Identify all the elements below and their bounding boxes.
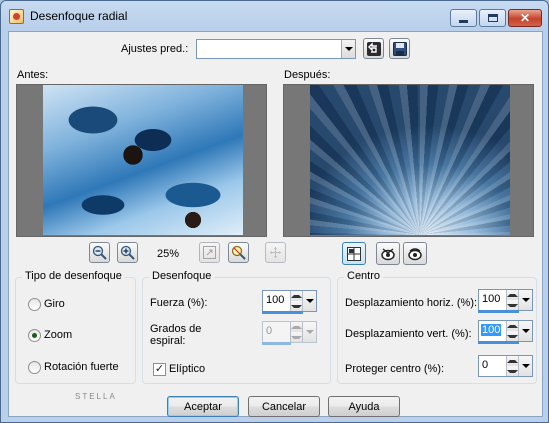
pan-button[interactable] — [265, 242, 286, 263]
dialog-window: Desenfoque radial ✕ Ajustes pred.: Antes… — [0, 0, 549, 423]
reset-preset-button[interactable] — [363, 38, 384, 59]
actual-size-button[interactable] — [228, 242, 249, 263]
horiz-offset-slider[interactable] — [478, 310, 519, 313]
chevron-down-icon — [521, 298, 530, 302]
zoom-to-fit-button[interactable] — [199, 242, 220, 263]
radio-zoom[interactable] — [28, 329, 41, 342]
strength-label: Fuerza (%): — [150, 297, 208, 309]
spiral-value: 0 — [266, 325, 273, 337]
presets-label: Ajustes pred.: — [121, 43, 189, 55]
dialog-client-area: Ajustes pred.: Antes: Después: 25% Tipo … — [8, 31, 543, 417]
preview-layout-toggle[interactable] — [342, 242, 366, 265]
vert-offset-value: 100 — [481, 324, 502, 336]
zoom-actual-icon — [231, 245, 246, 260]
horiz-offset-dropdown[interactable] — [518, 290, 532, 310]
after-label: Después: — [284, 69, 331, 81]
spiral-updown[interactable] — [290, 322, 302, 342]
auto-proof-button[interactable] — [403, 242, 427, 265]
help-button[interactable]: Ayuda — [328, 396, 400, 417]
protect-center-label: Proteger centro (%): — [345, 363, 445, 375]
after-preview — [283, 84, 534, 237]
strength-dropdown[interactable] — [302, 291, 316, 311]
strength-slider[interactable] — [262, 311, 303, 314]
preview-on-image-button[interactable] — [376, 242, 400, 265]
eye-preview-icon — [381, 247, 395, 260]
horiz-offset-spinbox[interactable]: 100 — [478, 289, 533, 311]
spiral-label-line1: Grados de — [150, 323, 202, 335]
split-view-icon — [347, 246, 361, 261]
vert-offset-dropdown[interactable] — [518, 321, 532, 341]
save-disk-icon — [392, 41, 407, 56]
zoom-out-button[interactable] — [89, 242, 110, 263]
zoom-in-button[interactable] — [117, 242, 138, 263]
app-icon — [9, 9, 24, 24]
minimize-icon — [459, 19, 468, 23]
blur-group-title: Desenfoque — [149, 270, 215, 282]
radio-giro-label[interactable]: Giro — [44, 298, 65, 310]
vert-offset-label: Desplazamiento vert. (%): — [345, 328, 472, 340]
elliptical-checkbox[interactable]: ✓ — [153, 363, 166, 376]
strength-value: 100 — [266, 294, 285, 306]
reset-arrow-icon — [366, 41, 381, 56]
zoom-out-icon — [92, 245, 107, 260]
stella-watermark: STELLA — [75, 392, 117, 401]
strength-spinbox[interactable]: 100 — [262, 290, 317, 312]
zoom-in-icon — [120, 245, 135, 260]
strength-updown[interactable] — [290, 291, 302, 311]
save-preset-button[interactable] — [389, 38, 410, 59]
vert-offset-spinbox[interactable]: 100 — [478, 320, 533, 342]
cancel-button[interactable]: Cancelar — [248, 396, 320, 417]
zoom-level: 25% — [157, 248, 180, 260]
spiral-spinbox[interactable]: 0 — [262, 321, 317, 343]
chevron-down-icon — [305, 299, 314, 303]
elliptical-label[interactable]: Elíptico — [169, 363, 205, 375]
window-title: Desenfoque radial — [30, 9, 128, 23]
presets-dropdown-arrow[interactable] — [341, 40, 355, 58]
radio-zoom-label[interactable]: Zoom — [44, 329, 72, 341]
presets-combo[interactable] — [196, 39, 356, 59]
close-icon: ✕ — [519, 11, 531, 25]
pan-move-icon — [270, 247, 281, 258]
spiral-label-line2: espiral: — [150, 335, 186, 347]
ok-button[interactable]: Aceptar — [167, 396, 239, 417]
after-preview-image — [310, 85, 510, 235]
maximize-icon — [487, 14, 498, 22]
before-label: Antes: — [17, 69, 49, 81]
horiz-offset-label: Desplazamiento horiz. (%): — [345, 297, 478, 309]
vert-offset-slider[interactable] — [478, 341, 519, 344]
radio-giro[interactable] — [28, 298, 41, 311]
before-preview[interactable] — [16, 84, 267, 237]
radio-rotacion-fuerte-label[interactable]: Rotación fuerte — [44, 361, 119, 373]
before-preview-image — [43, 85, 243, 235]
protect-center-updown[interactable] — [506, 356, 518, 376]
checkmark-icon: ✓ — [154, 363, 165, 375]
title-bar[interactable]: Desenfoque radial ✕ — [1, 1, 548, 31]
protect-center-spinbox[interactable]: 0 — [478, 355, 533, 377]
center-group-title: Centro — [344, 270, 384, 282]
minimize-button[interactable] — [450, 9, 477, 27]
chevron-down-icon — [521, 364, 530, 368]
eye-icon — [408, 247, 422, 260]
horiz-offset-value: 100 — [482, 293, 501, 305]
spiral-dropdown[interactable] — [302, 322, 316, 342]
chevron-down-icon — [305, 330, 314, 334]
protect-center-value: 0 — [482, 359, 489, 371]
fit-window-icon — [203, 246, 216, 259]
maximize-button[interactable] — [479, 9, 506, 27]
horiz-offset-updown[interactable] — [506, 290, 518, 310]
vert-offset-updown[interactable] — [506, 321, 518, 341]
spiral-slider[interactable] — [262, 342, 291, 345]
radio-rotacion-fuerte[interactable] — [28, 361, 41, 374]
protect-center-dropdown[interactable] — [518, 356, 532, 376]
chevron-down-icon — [521, 329, 530, 333]
close-button[interactable]: ✕ — [508, 9, 542, 27]
chevron-down-icon — [344, 47, 353, 51]
blur-type-title: Tipo de desenfoque — [22, 270, 125, 282]
